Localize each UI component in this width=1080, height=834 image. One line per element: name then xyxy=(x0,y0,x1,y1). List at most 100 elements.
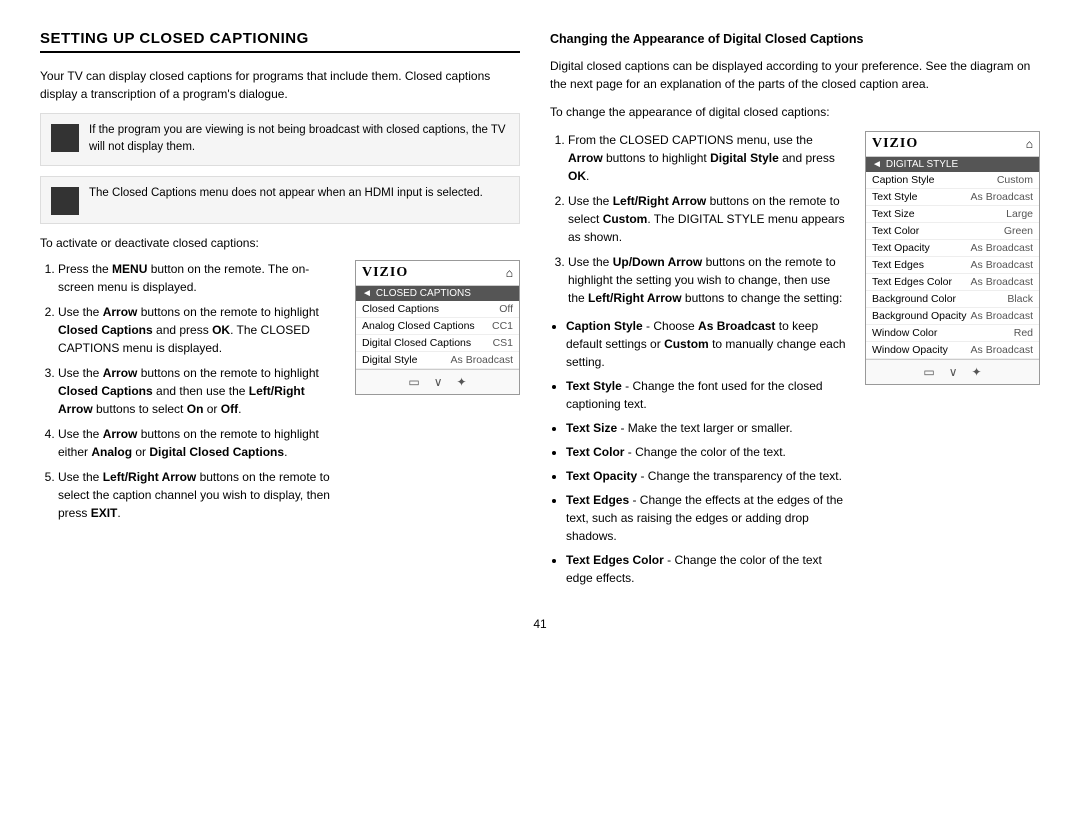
right-menu-row-8: Background Opacity As Broadcast xyxy=(866,308,1039,325)
right-row-label-6: Text Edges Color xyxy=(872,276,952,288)
left-row-value-2: CS1 xyxy=(493,337,513,349)
right-menu-row-6: Text Edges Color As Broadcast xyxy=(866,274,1039,291)
right-row-label-7: Background Color xyxy=(872,293,956,305)
right-menu-row-0: Caption Style Custom xyxy=(866,172,1039,189)
right-section-title: Changing the Appearance of Digital Close… xyxy=(550,30,1040,49)
right-menu-row-10: Window Opacity As Broadcast xyxy=(866,342,1039,359)
right-row-label-1: Text Style xyxy=(872,191,918,203)
notice-box-1: If the program you are viewing is not be… xyxy=(40,113,520,166)
left-column: SETTING UP CLOSED CAPTIONING Your TV can… xyxy=(40,30,520,597)
left-section-with-menu: Press the MENU button on the remote. The… xyxy=(40,260,520,532)
right-steps-intro: To change the appearance of digital clos… xyxy=(550,103,1040,121)
right-row-value-7: Black xyxy=(1007,293,1033,305)
left-menu-mockup: VIZIO ⌂ ◄ CLOSED CAPTIONS Closed Caption… xyxy=(355,260,520,395)
page-number: 41 xyxy=(40,617,1040,631)
right-menu-row-3: Text Color Green xyxy=(866,223,1039,240)
right-row-label-4: Text Opacity xyxy=(872,242,930,254)
right-intro-paragraph: Digital closed captions can be displayed… xyxy=(550,57,1040,93)
down-arrow-icon: ∨ xyxy=(434,375,443,389)
right-step-2: Use the Left/Right Arrow buttons on the … xyxy=(568,192,849,246)
right-row-value-5: As Broadcast xyxy=(971,259,1033,271)
right-row-label-0: Caption Style xyxy=(872,174,934,186)
left-back-arrow-icon: ◄ xyxy=(362,288,372,299)
right-step-3: Use the Up/Down Arrow buttons on the rem… xyxy=(568,253,849,307)
right-row-value-8: As Broadcast xyxy=(971,310,1033,322)
notice-text-1: If the program you are viewing is not be… xyxy=(89,122,509,157)
right-row-value-10: As Broadcast xyxy=(971,344,1033,356)
left-row-value-3: As Broadcast xyxy=(451,354,513,366)
bullet-text-style: Text Style - Change the font used for th… xyxy=(566,377,849,413)
left-row-label-2: Digital Closed Captions xyxy=(362,337,471,349)
main-title: SETTING UP CLOSED CAPTIONING xyxy=(40,30,520,53)
left-row-label-3: Digital Style xyxy=(362,354,417,366)
right-back-arrow-icon: ◄ xyxy=(872,159,882,170)
left-row-label-1: Analog Closed Captions xyxy=(362,320,475,332)
left-row-value-0: Off xyxy=(499,303,513,315)
right-gear-icon: ✦ xyxy=(972,365,982,379)
right-steps-text: From the CLOSED CAPTIONS menu, use the A… xyxy=(550,131,849,597)
right-menu-header: VIZIO ⌂ xyxy=(866,132,1039,157)
page-container: SETTING UP CLOSED CAPTIONING Your TV can… xyxy=(40,30,1040,597)
right-menu-row-4: Text Opacity As Broadcast xyxy=(866,240,1039,257)
right-vizio-logo: VIZIO xyxy=(872,136,918,152)
right-row-label-2: Text Size xyxy=(872,208,915,220)
right-row-label-3: Text Color xyxy=(872,225,919,237)
left-step-3: Use the Arrow buttons on the remote to h… xyxy=(58,364,339,418)
steps-intro: To activate or deactivate closed caption… xyxy=(40,234,520,252)
right-menu-row-7: Background Color Black xyxy=(866,291,1039,308)
left-row-value-1: CC1 xyxy=(492,320,513,332)
right-row-value-9: Red xyxy=(1014,327,1033,339)
left-steps-list: Press the MENU button on the remote. The… xyxy=(40,260,339,522)
right-menu-row-5: Text Edges As Broadcast xyxy=(866,257,1039,274)
left-step-2: Use the Arrow buttons on the remote to h… xyxy=(58,303,339,357)
right-menu-section-title: ◄ DIGITAL STYLE xyxy=(866,157,1039,172)
right-home-icon: ⌂ xyxy=(1026,137,1033,151)
right-column: Changing the Appearance of Digital Close… xyxy=(550,30,1040,597)
right-menu-footer: ▭ ∨ ✦ xyxy=(866,359,1039,384)
bullet-text-edges: Text Edges - Change the effects at the e… xyxy=(566,491,849,545)
right-row-label-10: Window Opacity xyxy=(872,344,948,356)
left-step-1: Press the MENU button on the remote. The… xyxy=(58,260,339,296)
notice-box-2: The Closed Captions menu does not appear… xyxy=(40,176,520,224)
left-vizio-logo: VIZIO xyxy=(362,265,408,281)
right-menu-mockup: VIZIO ⌂ ◄ DIGITAL STYLE Caption Style Cu… xyxy=(865,131,1040,385)
left-home-icon: ⌂ xyxy=(506,266,513,280)
right-row-value-1: As Broadcast xyxy=(971,191,1033,203)
left-menu-row-0: Closed Captions Off xyxy=(356,301,519,318)
right-row-value-3: Green xyxy=(1004,225,1033,237)
right-row-value-2: Large xyxy=(1006,208,1033,220)
notice-icon-2 xyxy=(51,187,79,215)
right-row-value-4: As Broadcast xyxy=(971,242,1033,254)
left-menu-row-1: Analog Closed Captions CC1 xyxy=(356,318,519,335)
right-menu-row-2: Text Size Large xyxy=(866,206,1039,223)
left-menu-row-2: Digital Closed Captions CS1 xyxy=(356,335,519,352)
left-step-4: Use the Arrow buttons on the remote to h… xyxy=(58,425,339,461)
right-rectangle-icon: ▭ xyxy=(923,365,934,379)
bullet-text-edges-color: Text Edges Color - Change the color of t… xyxy=(566,551,849,587)
right-row-label-5: Text Edges xyxy=(872,259,924,271)
gear-icon: ✦ xyxy=(457,375,467,389)
bullet-text-opacity: Text Opacity - Change the transparency o… xyxy=(566,467,849,485)
left-step-5: Use the Left/Right Arrow buttons on the … xyxy=(58,468,339,522)
left-menu-footer: ▭ ∨ ✦ xyxy=(356,369,519,394)
right-menu-row-9: Window Color Red xyxy=(866,325,1039,342)
bullet-text-color: Text Color - Change the color of the tex… xyxy=(566,443,849,461)
right-row-value-0: Custom xyxy=(997,174,1033,186)
right-menu-row-1: Text Style As Broadcast xyxy=(866,189,1039,206)
right-steps-list: From the CLOSED CAPTIONS menu, use the A… xyxy=(550,131,849,307)
left-row-label-0: Closed Captions xyxy=(362,303,439,315)
rectangle-icon: ▭ xyxy=(408,375,419,389)
right-step-1: From the CLOSED CAPTIONS menu, use the A… xyxy=(568,131,849,185)
right-row-label-9: Window Color xyxy=(872,327,937,339)
intro-paragraph: Your TV can display closed captions for … xyxy=(40,67,520,103)
left-menu-section-title: ◄ CLOSED CAPTIONS xyxy=(356,286,519,301)
notice-text-2: The Closed Captions menu does not appear… xyxy=(89,185,483,202)
left-menu-header: VIZIO ⌂ xyxy=(356,261,519,286)
right-row-value-6: As Broadcast xyxy=(971,276,1033,288)
bullet-text-size: Text Size - Make the text larger or smal… xyxy=(566,419,849,437)
right-section-with-menu: From the CLOSED CAPTIONS menu, use the A… xyxy=(550,131,1040,597)
left-menu-row-3: Digital Style As Broadcast xyxy=(356,352,519,369)
right-row-label-8: Background Opacity xyxy=(872,310,967,322)
bullet-caption-style: Caption Style - Choose As Broadcast to k… xyxy=(566,317,849,371)
right-down-arrow-icon: ∨ xyxy=(949,365,958,379)
